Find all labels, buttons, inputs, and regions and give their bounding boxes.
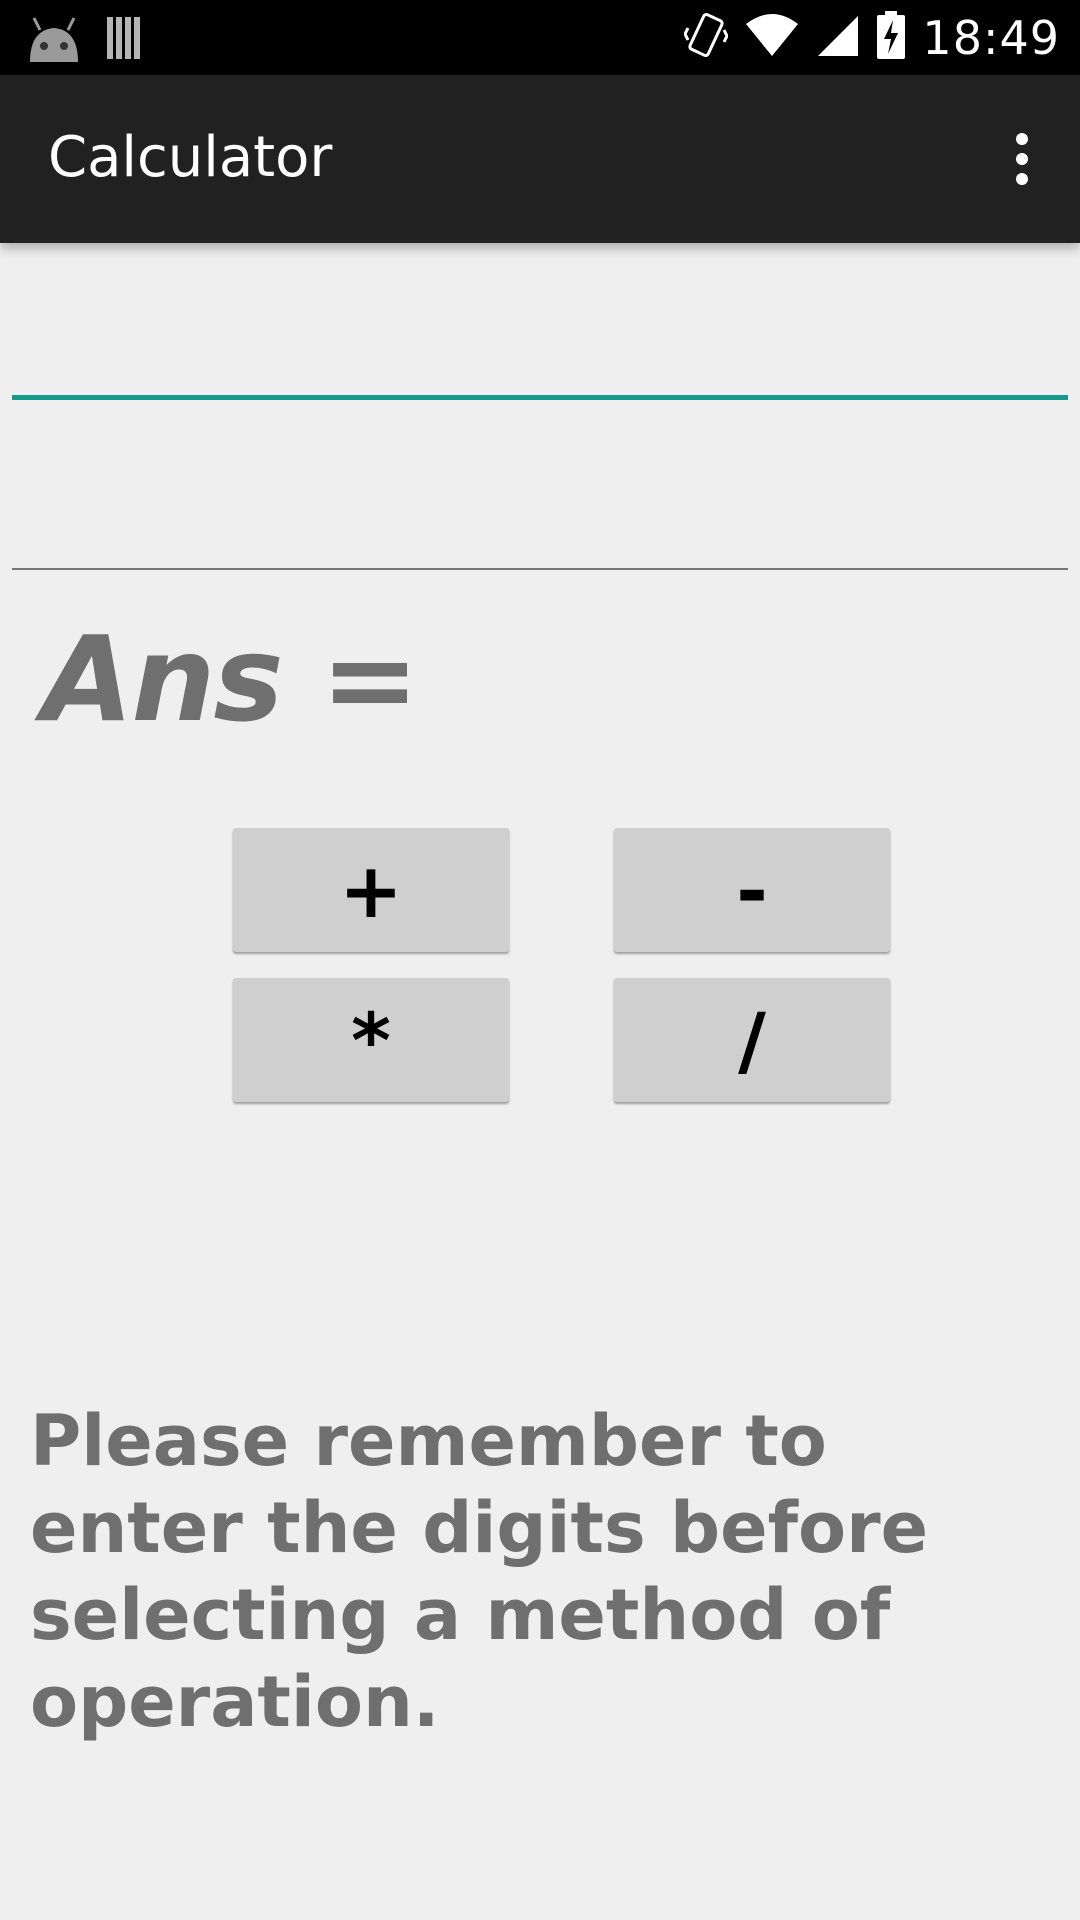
vibrate-icon bbox=[683, 10, 730, 65]
calculator-screen: 18:49 Calculator Ans = + - * / Please re… bbox=[0, 0, 1080, 1920]
android-debug-icon bbox=[24, 12, 84, 69]
app-bar: Calculator bbox=[0, 75, 1080, 243]
multiply-button[interactable]: * bbox=[233, 978, 509, 1102]
app-title: Calculator bbox=[48, 125, 333, 190]
signal-icon bbox=[816, 12, 860, 63]
overflow-menu-button[interactable] bbox=[982, 119, 1062, 199]
status-bar: 18:49 bbox=[0, 0, 1080, 75]
hint-text: Please remember to enter the digits befo… bbox=[30, 1400, 929, 1743]
add-button[interactable]: + bbox=[233, 828, 509, 952]
battery-charging-icon bbox=[876, 10, 906, 65]
wifi-icon bbox=[744, 12, 800, 63]
more-vert-icon bbox=[1016, 129, 1028, 189]
storage-icon bbox=[106, 15, 144, 66]
answer-label: Ans = bbox=[42, 610, 420, 748]
status-clock: 18:49 bbox=[922, 10, 1060, 65]
subtract-button[interactable]: - bbox=[614, 828, 890, 952]
divide-button[interactable]: / bbox=[614, 978, 890, 1102]
status-right: 18:49 bbox=[668, 0, 1060, 75]
first-number-input[interactable] bbox=[12, 300, 1068, 400]
second-number-input[interactable] bbox=[12, 470, 1068, 570]
status-left bbox=[24, 12, 144, 69]
